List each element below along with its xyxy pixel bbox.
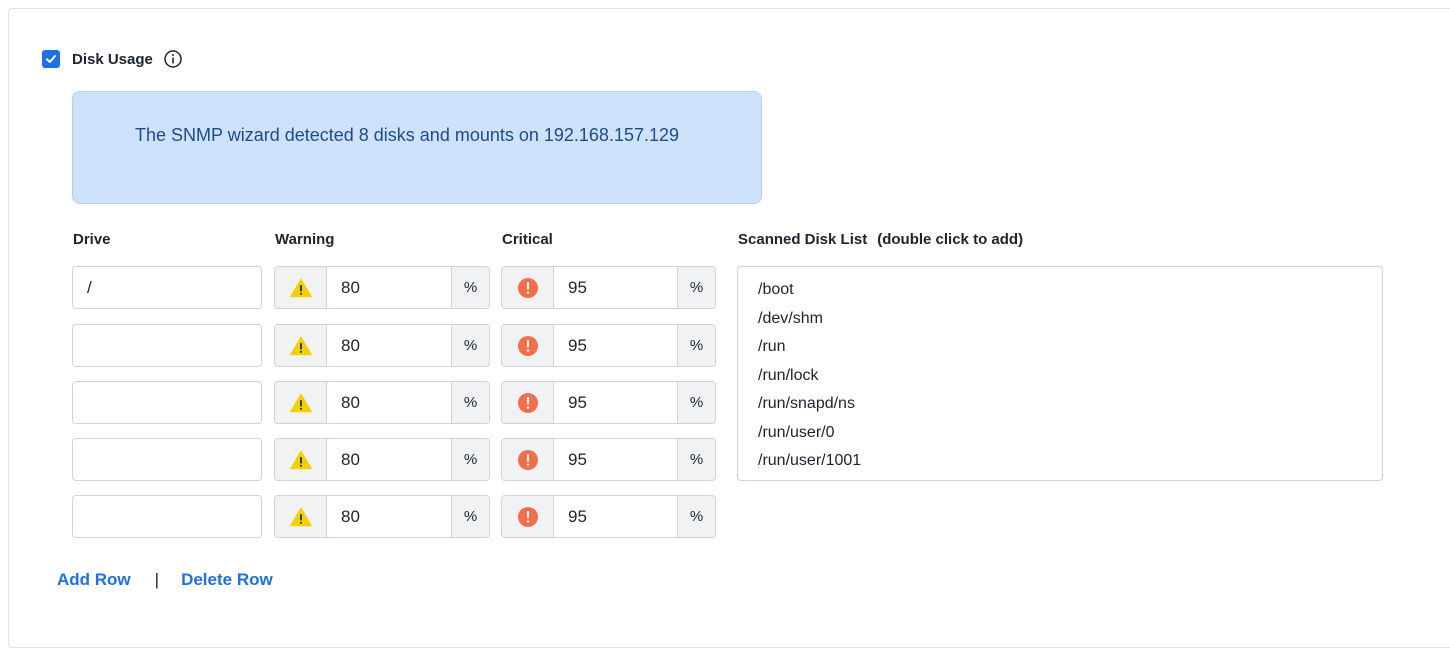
critical-icon [502, 267, 554, 308]
alert-text: The SNMP wizard detected 8 disks and mou… [135, 125, 680, 145]
critical-input-group: % [501, 324, 716, 367]
checkmark-icon [46, 55, 56, 63]
detection-alert: The SNMP wizard detected 8 disks and mou… [72, 91, 762, 204]
warning-threshold-input[interactable] [327, 382, 451, 423]
warning-percent-unit: % [451, 496, 489, 537]
critical-threshold-input[interactable] [554, 439, 677, 480]
drive-input[interactable] [72, 381, 262, 424]
row-actions: Add Row | Delete Row [57, 570, 273, 590]
critical-input-group: % [501, 266, 716, 309]
warning-input-group: % [274, 495, 490, 538]
critical-threshold-input[interactable] [554, 325, 677, 366]
warning-threshold-input[interactable] [327, 496, 451, 537]
scanned-disk-item[interactable]: /run [758, 333, 1382, 362]
critical-icon [502, 382, 554, 423]
warning-threshold-input[interactable] [327, 439, 451, 480]
drive-input[interactable] [72, 266, 262, 309]
drive-column-label: Drive [73, 231, 111, 248]
info-icon[interactable] [163, 49, 183, 69]
warning-input-group: % [274, 381, 490, 424]
critical-column-label: Critical [502, 231, 553, 248]
scanned-hint: (double click to add) [877, 231, 1024, 248]
warning-percent-unit: % [451, 325, 489, 366]
warning-input-group: % [274, 324, 490, 367]
scanned-disk-item[interactable]: /boot [758, 276, 1382, 305]
drive-input[interactable] [72, 324, 262, 367]
warning-icon [275, 496, 327, 537]
scanned-column-label: Scanned Disk List (double click to add) [738, 231, 1023, 248]
scanned-disk-item[interactable]: /dev/shm [758, 305, 1382, 334]
disk-usage-header: Disk Usage [42, 49, 183, 69]
drive-input[interactable] [72, 495, 262, 538]
scanned-disk-item[interactable]: /run/user/0 [758, 419, 1382, 448]
critical-icon [502, 496, 554, 537]
warning-percent-unit: % [451, 267, 489, 308]
critical-percent-unit: % [677, 439, 715, 480]
scanned-disk-item[interactable]: /run/snapd/ns [758, 390, 1382, 419]
delete-row-link[interactable]: Delete Row [181, 570, 273, 590]
scanned-title: Scanned Disk List [738, 231, 868, 248]
warning-threshold-input[interactable] [327, 325, 451, 366]
warning-icon [275, 382, 327, 423]
critical-input-group: % [501, 438, 716, 481]
action-separator: | [154, 570, 160, 589]
critical-percent-unit: % [677, 325, 715, 366]
warning-icon [275, 325, 327, 366]
scanned-disk-item[interactable]: /run/lock [758, 362, 1382, 391]
warning-threshold-input[interactable] [327, 267, 451, 308]
critical-percent-unit: % [677, 496, 715, 537]
warning-column-label: Warning [275, 231, 335, 248]
scanned-disk-item[interactable]: /run/user/1001 [758, 447, 1382, 476]
section-title: Disk Usage [72, 50, 153, 68]
warning-input-group: % [274, 266, 490, 309]
critical-threshold-input[interactable] [554, 382, 677, 423]
warning-input-group: % [274, 438, 490, 481]
critical-threshold-input[interactable] [554, 496, 677, 537]
disk-usage-checkbox[interactable] [42, 50, 60, 68]
critical-threshold-input[interactable] [554, 267, 677, 308]
warning-icon [275, 439, 327, 480]
critical-percent-unit: % [677, 267, 715, 308]
critical-percent-unit: % [677, 382, 715, 423]
critical-icon [502, 325, 554, 366]
drive-input[interactable] [72, 438, 262, 481]
critical-input-group: % [501, 495, 716, 538]
scanned-disk-list[interactable]: /boot/dev/shm/run/run/lock/run/snapd/ns /… [737, 266, 1383, 481]
add-row-link[interactable]: Add Row [57, 570, 131, 590]
critical-icon [502, 439, 554, 480]
warning-percent-unit: % [451, 382, 489, 423]
critical-input-group: % [501, 381, 716, 424]
warning-icon [275, 267, 327, 308]
warning-percent-unit: % [451, 439, 489, 480]
